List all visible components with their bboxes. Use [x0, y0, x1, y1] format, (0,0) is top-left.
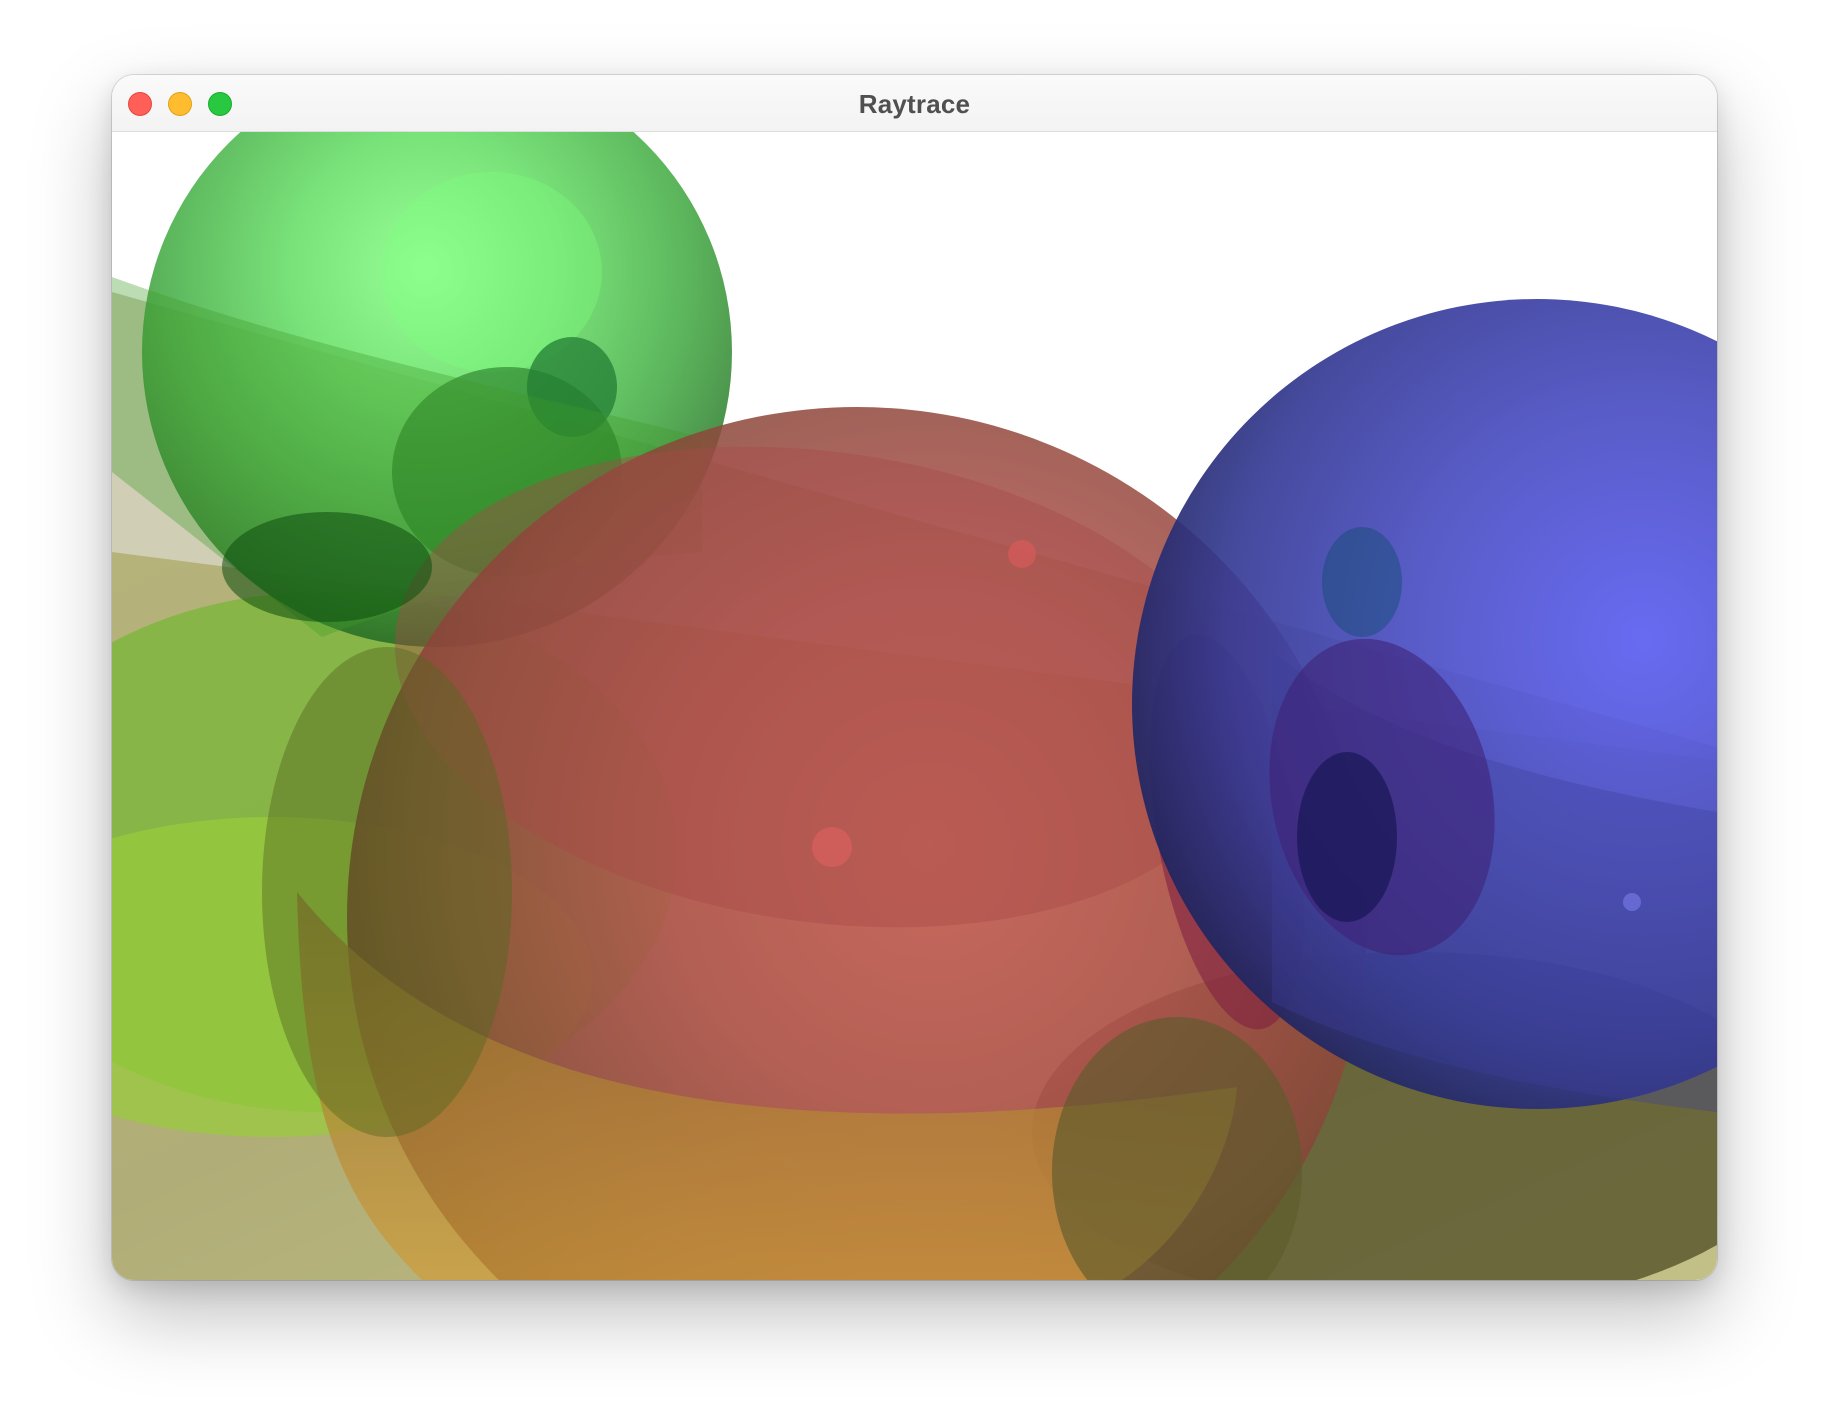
window-title: Raytrace [858, 89, 971, 119]
red-left-green-reflection [262, 647, 512, 1137]
red-small-highlight [1008, 540, 1036, 568]
title-bar[interactable]: Raytrace [112, 75, 1717, 132]
raytraced-scene [112, 132, 1717, 1280]
raytrace-canvas[interactable] [112, 132, 1717, 1280]
blue-dark-reflection [1297, 752, 1397, 922]
blue-teal-reflection [1322, 527, 1402, 637]
blue-specular-highlight [1623, 893, 1641, 911]
red-specular-highlight [812, 827, 852, 867]
dark-green-shadow [222, 512, 432, 622]
app-window: Raytrace [112, 75, 1717, 1280]
